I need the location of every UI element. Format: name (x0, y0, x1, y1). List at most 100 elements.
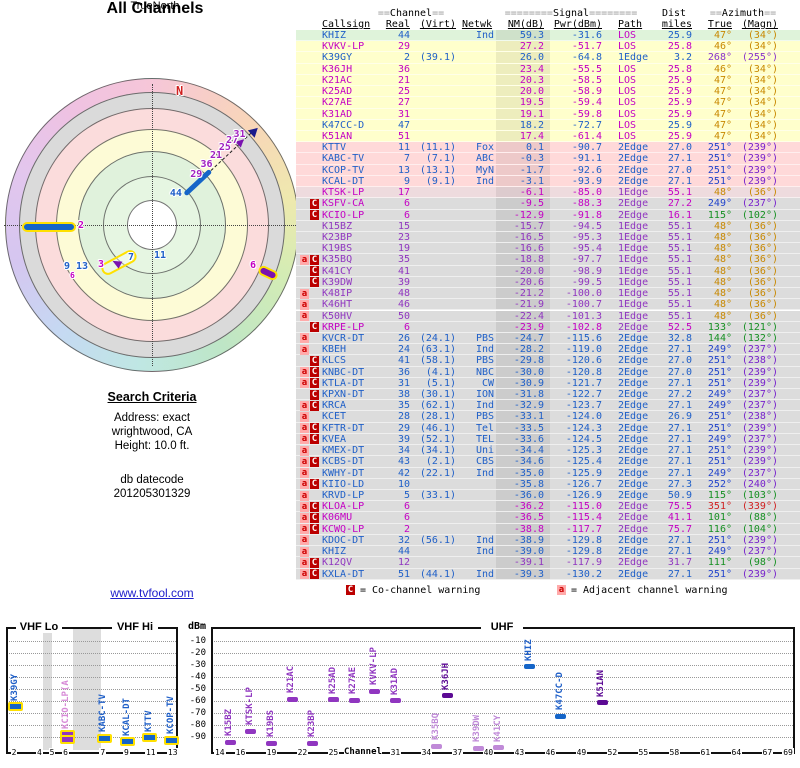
cell-miles: 27.1 (667, 400, 692, 412)
cell-virt: (62.1) (419, 400, 456, 412)
table-row: K21AC 21 20.3 -58.5 LOS 25.9 47° (34°) (296, 74, 800, 87)
cell-true: 133° (707, 321, 732, 333)
cell-magn: (239°) (741, 422, 778, 434)
cell-path: LOS (618, 108, 637, 120)
table-row: a K50HV 50 -22.4 -101.3 1Edge 55.1 48° (36°) (296, 310, 800, 322)
cell-nm: -36.2 (513, 501, 544, 513)
db-datecode-label: db datecode (120, 474, 184, 486)
cell-virt: (28.1) (419, 411, 456, 423)
cell-path: 1Edge (618, 288, 649, 300)
x-axis-tick-label: 16 (234, 748, 247, 757)
cell-nm: -15.7 (513, 220, 544, 232)
cell-nm: 23.4 (519, 63, 544, 75)
radar-channel-label: 31 (233, 128, 246, 140)
dbm-axis-title: dBm (187, 621, 206, 632)
cell-magn: (239°) (741, 456, 778, 468)
table-row: a C KTLA-DT 31 (5.1) CW -30.9 -121.7 2Edge 27.1 25… (296, 377, 800, 390)
gridline (9, 701, 176, 702)
cell-path: 2Edge (618, 433, 649, 445)
cell-real: 27 (397, 97, 410, 109)
cell-magn: (239°) (741, 153, 778, 165)
cell-magn: (36°) (747, 254, 778, 266)
signal-callsign-label: K21AC (286, 666, 297, 694)
vhf-hi-title: VHF Hi (112, 621, 158, 633)
cell-true: 251° (707, 153, 732, 165)
cell-miles: 3.2 (673, 52, 692, 64)
x-axis-tick-label: 2 (10, 748, 18, 757)
cell-true: 48° (713, 243, 732, 255)
cell-pwr: -123.7 (565, 400, 602, 412)
cell-magn: (240°) (741, 478, 778, 490)
cell-true: 251° (707, 142, 732, 154)
cell-nm: -12.9 (513, 209, 544, 221)
cell-pwr: -100.7 (565, 299, 602, 311)
cell-virt: (30.1) (419, 389, 456, 401)
cell-path: LOS (618, 63, 637, 75)
table-row: a KDOC-DT 32 (56.1) Ind -38.9 -129.8 2Edge 27.1 2… (296, 534, 800, 547)
cell-nm: -34.6 (513, 456, 544, 468)
signal-marker (307, 740, 319, 746)
cell-true: 251° (707, 422, 732, 434)
cell-path: LOS (618, 41, 637, 53)
cell-nm: -24.7 (513, 332, 544, 344)
cell-real: 12 (397, 557, 410, 569)
cell-netwk: Ind (475, 344, 494, 356)
cell-path: 2Edge (618, 198, 649, 210)
cell-netwk: ABC (475, 153, 494, 165)
signal-marker (390, 698, 402, 704)
cell-pwr: -122.7 (565, 389, 602, 401)
cell-callsign: KCWQ-LP (322, 523, 365, 535)
cell-pwr: -99.5 (571, 276, 602, 288)
cell-magn: (98°) (747, 557, 778, 569)
co-channel-warning-mark: C (310, 479, 319, 490)
cell-pwr: -117.7 (565, 523, 602, 535)
adjacent-warning-mark: a (300, 479, 309, 490)
cell-nm: -39.3 (513, 568, 544, 580)
cell-callsign: KCET (322, 411, 347, 423)
col-header-true: True (707, 19, 732, 30)
table-row: a C KCBS-DT 43 (2.1) CBS -34.6 -125.4 2Edge 27.1 2… (296, 456, 800, 468)
cell-real: 6 (403, 209, 410, 221)
cell-path: 2Edge (618, 411, 649, 423)
cell-miles: 55.1 (667, 288, 692, 300)
cell-nm: -21.9 (513, 299, 544, 311)
cell-virt: (56.1) (419, 534, 456, 546)
cell-netwk: Fox (475, 142, 494, 154)
cell-true: 249° (707, 198, 732, 210)
cell-true: 48° (713, 254, 732, 266)
cell-true: 48° (713, 231, 732, 243)
cell-magn: (34°) (747, 130, 778, 142)
cell-magn: (34°) (747, 119, 778, 131)
table-row: K25AD 25 20.0 -58.9 LOS 25.9 47° (34°) (296, 86, 800, 98)
cell-path: 1Edge (618, 299, 649, 311)
gridline (9, 653, 176, 654)
cell-real: 39 (397, 433, 410, 445)
col-header-real: Real (385, 19, 410, 30)
cell-pwr: -97.7 (571, 254, 602, 266)
signal-callsign-label: KTSK-LP (244, 687, 255, 725)
cell-magn: (36°) (747, 288, 778, 300)
gridline (9, 689, 176, 690)
cell-nm: -1.7 (519, 164, 544, 176)
gridline (9, 641, 176, 642)
cell-true: 46° (713, 41, 732, 53)
cell-path: 2Edge (618, 400, 649, 412)
cell-netwk: Uni (475, 445, 494, 457)
signal-marker (524, 664, 536, 670)
cell-magn: (34°) (747, 97, 778, 109)
cell-true: 251° (707, 366, 732, 378)
col-header-pwr: Pwr(dBm) (553, 19, 602, 30)
co-channel-warning-mark: C (310, 198, 319, 209)
col-header-magn: (Magn) (741, 19, 778, 30)
cell-magn: (239°) (741, 175, 778, 187)
cell-pwr: -58.5 (571, 74, 602, 86)
cell-callsign: KRVD-LP (322, 490, 365, 502)
table-row: a C KNBC-DT 36 (4.1) NBC -30.0 -120.8 2Edge 27.0 2… (296, 366, 800, 378)
cell-real: 2 (403, 523, 410, 535)
cell-netwk: PBS (475, 355, 494, 367)
col-header-nm: NM(dB) (507, 19, 544, 30)
vhf-lo-title: VHF Lo (16, 621, 62, 633)
tvfool-link[interactable]: www.tvfool.com (52, 586, 252, 600)
cell-pwr: -51.7 (571, 41, 602, 53)
cell-netwk: MyN (475, 164, 494, 176)
